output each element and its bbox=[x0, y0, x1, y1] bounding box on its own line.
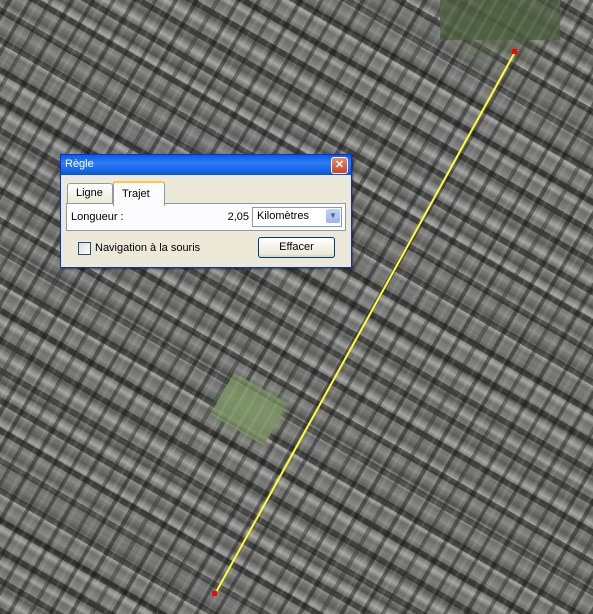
tab-ligne[interactable]: Ligne bbox=[67, 183, 113, 203]
dialog-title: Règle bbox=[65, 158, 94, 170]
dialog-titlebar[interactable]: Règle ✕ bbox=[61, 155, 351, 175]
tab-panel: Longueur : 2,05 Kilomètres ▼ bbox=[66, 203, 346, 231]
close-icon: ✕ bbox=[334, 159, 345, 171]
ruler-dialog: Règle ✕ Ligne Trajet Longueur : 2,05 Kil… bbox=[60, 154, 352, 268]
length-value: 2,05 bbox=[227, 211, 249, 223]
ruler-overlay bbox=[212, 49, 517, 596]
mouse-navigation-label[interactable]: Navigation à la souris bbox=[95, 242, 200, 254]
path-start-point[interactable] bbox=[512, 49, 517, 54]
clear-button[interactable]: Effacer bbox=[258, 237, 335, 258]
unit-select-value: Kilomètres bbox=[257, 210, 309, 222]
path-end-point[interactable] bbox=[212, 591, 217, 596]
close-button[interactable]: ✕ bbox=[331, 157, 348, 174]
measure-path-line bbox=[214, 51, 516, 595]
tab-trajet[interactable]: Trajet bbox=[113, 181, 165, 206]
unit-select[interactable]: Kilomètres ▼ bbox=[252, 207, 342, 227]
length-label: Longueur : bbox=[71, 211, 124, 223]
mouse-navigation-checkbox[interactable] bbox=[78, 242, 91, 255]
chevron-down-icon[interactable]: ▼ bbox=[326, 209, 340, 223]
